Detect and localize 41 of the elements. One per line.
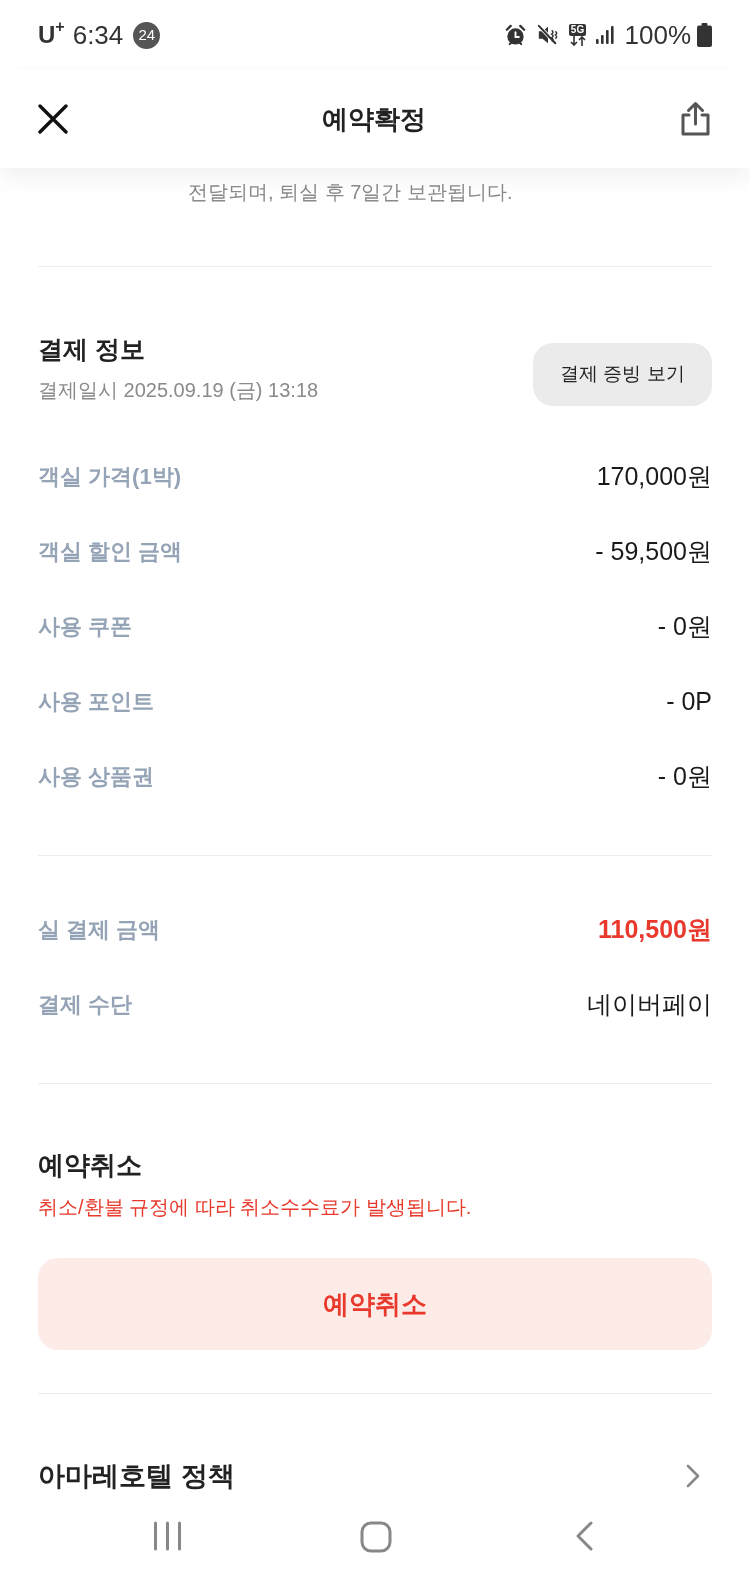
battery-percent: 100% [624, 18, 691, 52]
close-button[interactable] [38, 104, 68, 134]
price-label: 객실 할인 금액 [38, 538, 183, 566]
payment-date: 결제일시 2025.09.19 (금) 13:18 [38, 378, 319, 403]
chevron-right-icon[interactable] [686, 1464, 700, 1488]
carrier-label: U$^{+}$ [38, 17, 65, 50]
payment-method: 네이버페이 [587, 988, 712, 1020]
page-title: 예약확정 [321, 102, 426, 136]
summary-label: 결제 수단 [38, 991, 133, 1019]
network-type-label: 5G [568, 24, 587, 36]
alarm-clock-icon [503, 23, 527, 47]
policy-link[interactable]: 아마레호텔 정책 [38, 1458, 235, 1494]
section-title: 결제 정보 [38, 334, 145, 365]
notification-count: 24 [133, 21, 161, 49]
recent-apps-icon[interactable] [153, 1521, 182, 1551]
receipt-button[interactable]: 결제 증빙 보기 [533, 343, 712, 406]
share-button[interactable] [679, 101, 712, 137]
battery-icon [697, 23, 712, 47]
share-icon [679, 101, 712, 137]
clock-time: 6:34 [72, 18, 124, 52]
price-value: - 59,500원 [595, 535, 712, 567]
close-icon [38, 104, 68, 134]
mute-icon [536, 24, 559, 46]
section-title: 예약취소 [38, 1149, 142, 1182]
signal-icon [594, 25, 615, 45]
data-transfer-icon [568, 36, 587, 46]
summary-label: 실 결제 금액 [38, 916, 161, 944]
price-value: 170,000원 [596, 460, 712, 492]
cancel-notice: 취소/환불 규정에 따라 취소수수료가 발생됩니다. [38, 1195, 472, 1220]
total-amount: 110,500원 [598, 913, 712, 945]
notice-text: 전달되며, 퇴실 후 7일간 보관됩니다. [188, 180, 513, 205]
price-value: - 0원 [657, 760, 712, 792]
home-icon[interactable] [360, 1521, 392, 1553]
price-label: 사용 상품권 [38, 763, 155, 791]
price-label: 사용 포인트 [38, 688, 155, 716]
price-label: 사용 쿠폰 [38, 613, 133, 641]
cancel-reservation-button[interactable]: 예약취소 [38, 1258, 712, 1350]
back-icon[interactable] [575, 1521, 594, 1551]
price-value: - 0P [666, 685, 712, 717]
price-label: 객실 가격(1박) [38, 463, 181, 491]
price-value: - 0원 [657, 610, 712, 642]
